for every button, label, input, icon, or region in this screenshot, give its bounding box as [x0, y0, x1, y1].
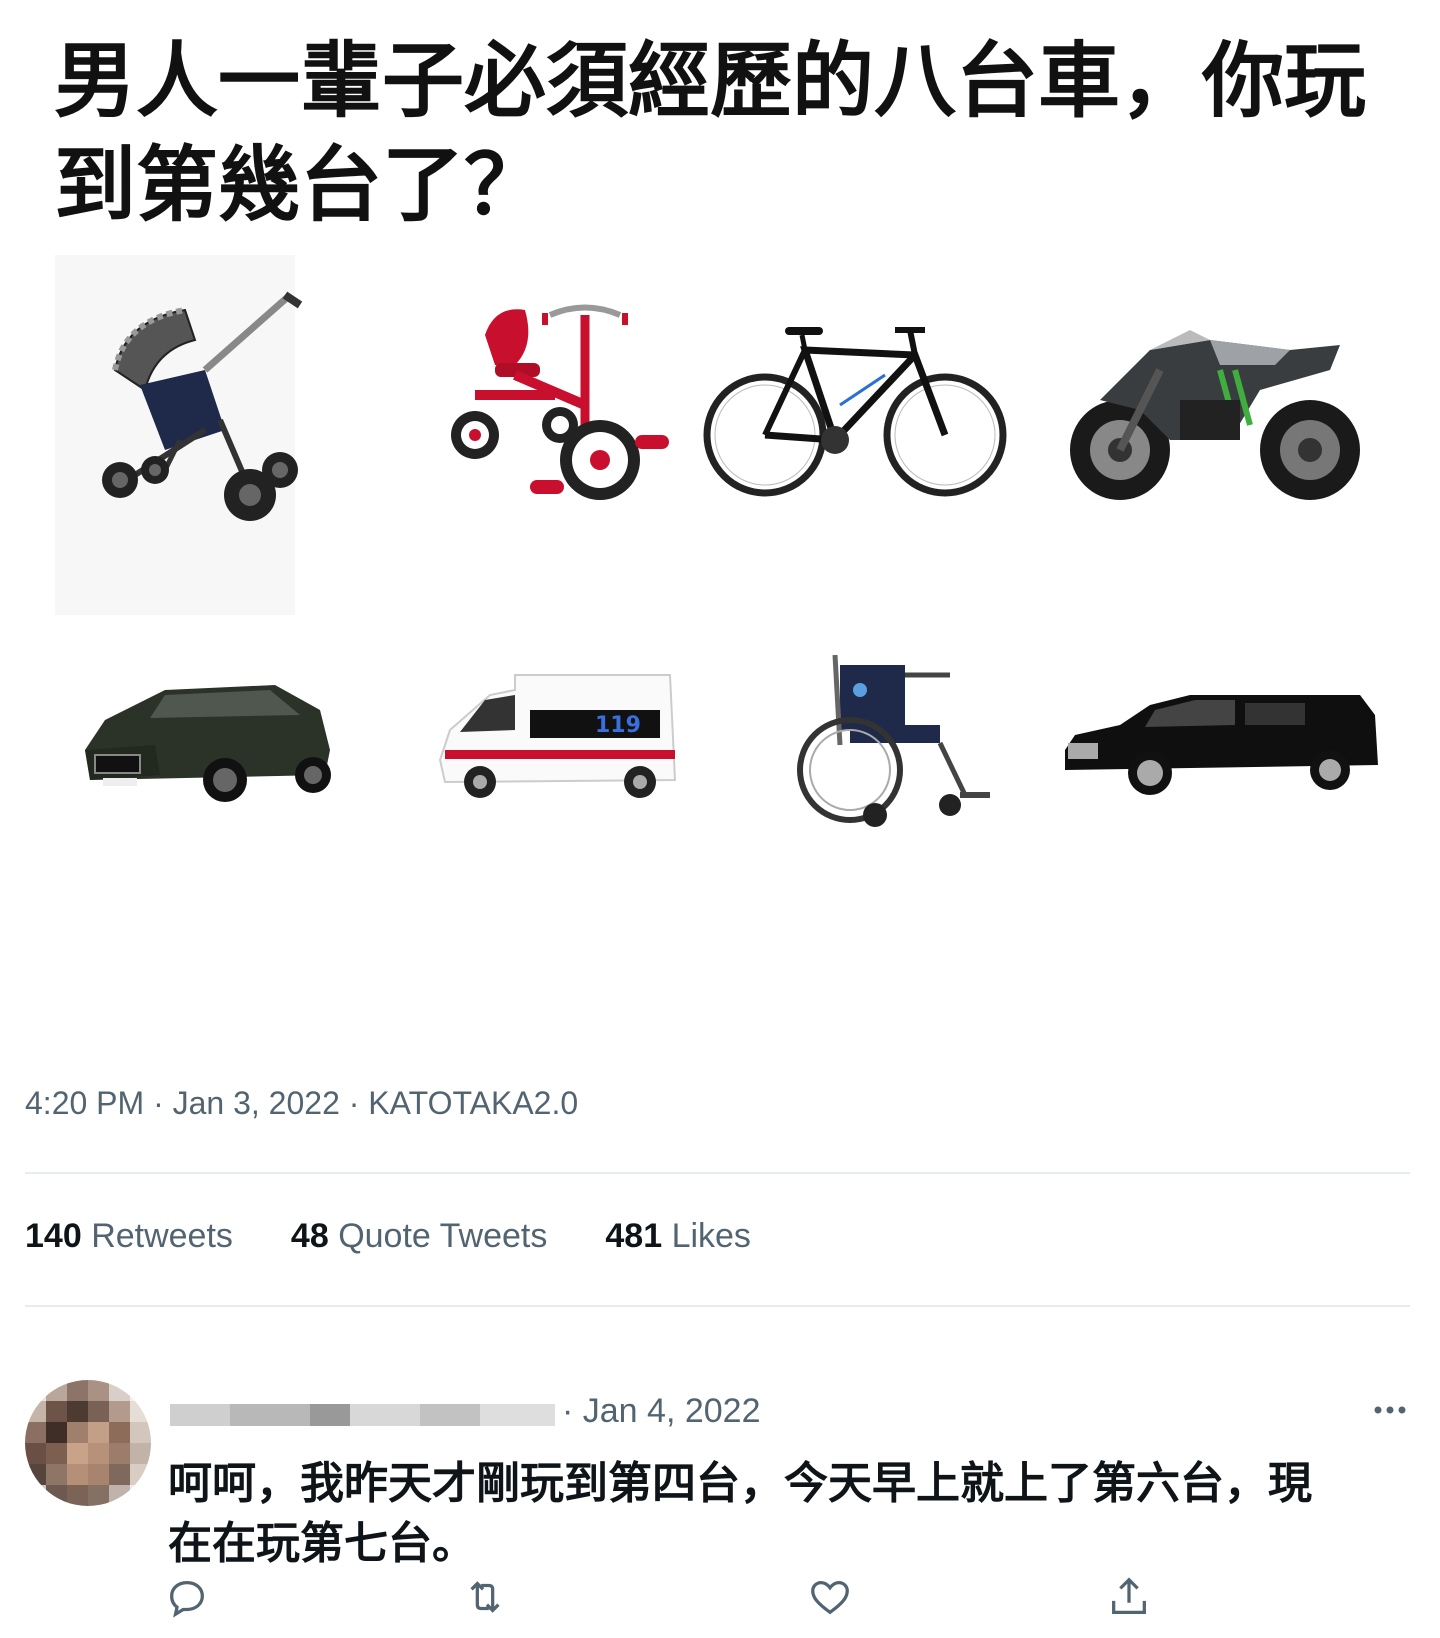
tweet-source[interactable]: KATOTAKA2.0	[368, 1085, 578, 1121]
meta-separator: ·	[144, 1085, 173, 1121]
tweet-time[interactable]: 4:20 PM	[25, 1085, 144, 1121]
suv-image	[40, 590, 370, 890]
meta-separator: ·	[339, 1085, 369, 1121]
tweet-date[interactable]: Jan 3, 2022	[173, 1085, 340, 1121]
avatar[interactable]	[25, 1380, 151, 1506]
quote-tweets-count: 48	[290, 1217, 329, 1255]
tweet-meta: 4:20 PM · Jan 3, 2022 · KATOTAKA2.0	[25, 1085, 578, 1122]
bicycle-image	[690, 260, 1020, 560]
tweet-headline: 男人一輩子必須經歷的八台車，你玩到第幾台了？	[54, 34, 1367, 233]
retweets-label: Retweets	[91, 1217, 233, 1255]
divider	[25, 1305, 1410, 1307]
divider	[25, 1172, 1410, 1174]
wheelchair-image	[730, 590, 1060, 890]
hearse-image	[1055, 590, 1385, 890]
ambulance-image: 119	[395, 590, 725, 890]
more-icon[interactable]	[1370, 1395, 1410, 1425]
likes-stat[interactable]: 481 Likes	[605, 1217, 751, 1256]
quote-tweets-stat[interactable]: 48 Quote Tweets	[291, 1217, 547, 1256]
vehicle-image-grid[interactable]: 119	[0, 250, 1440, 890]
heart-icon[interactable]	[807, 1574, 853, 1620]
quote-tweets-label: Quote Tweets	[338, 1217, 548, 1255]
reply-author-name[interactable]	[170, 1394, 555, 1434]
reply-icon[interactable]	[164, 1574, 210, 1620]
stroller-image	[40, 260, 370, 560]
reply-date[interactable]: · Jan 4, 2022	[562, 1392, 760, 1431]
likes-count: 481	[605, 1217, 663, 1255]
tricycle-image	[390, 260, 720, 560]
reply-actions	[0, 1574, 1440, 1624]
tweet-stats: 140 Retweets 48 Quote Tweets 481 Likes	[25, 1217, 751, 1256]
likes-label: Likes	[671, 1217, 751, 1255]
retweets-count: 140	[25, 1217, 82, 1255]
ambulance-number-label: 119	[595, 713, 641, 738]
retweets-stat[interactable]: 140 Retweets	[25, 1217, 233, 1256]
reply-text: 呵呵，我昨天才剛玩到第四台，今天早上就上了第六台，現在在玩第七台。	[168, 1458, 1312, 1569]
motorcycle-image	[1050, 260, 1380, 560]
retweet-icon[interactable]	[462, 1574, 508, 1620]
share-icon[interactable]	[1106, 1574, 1152, 1620]
